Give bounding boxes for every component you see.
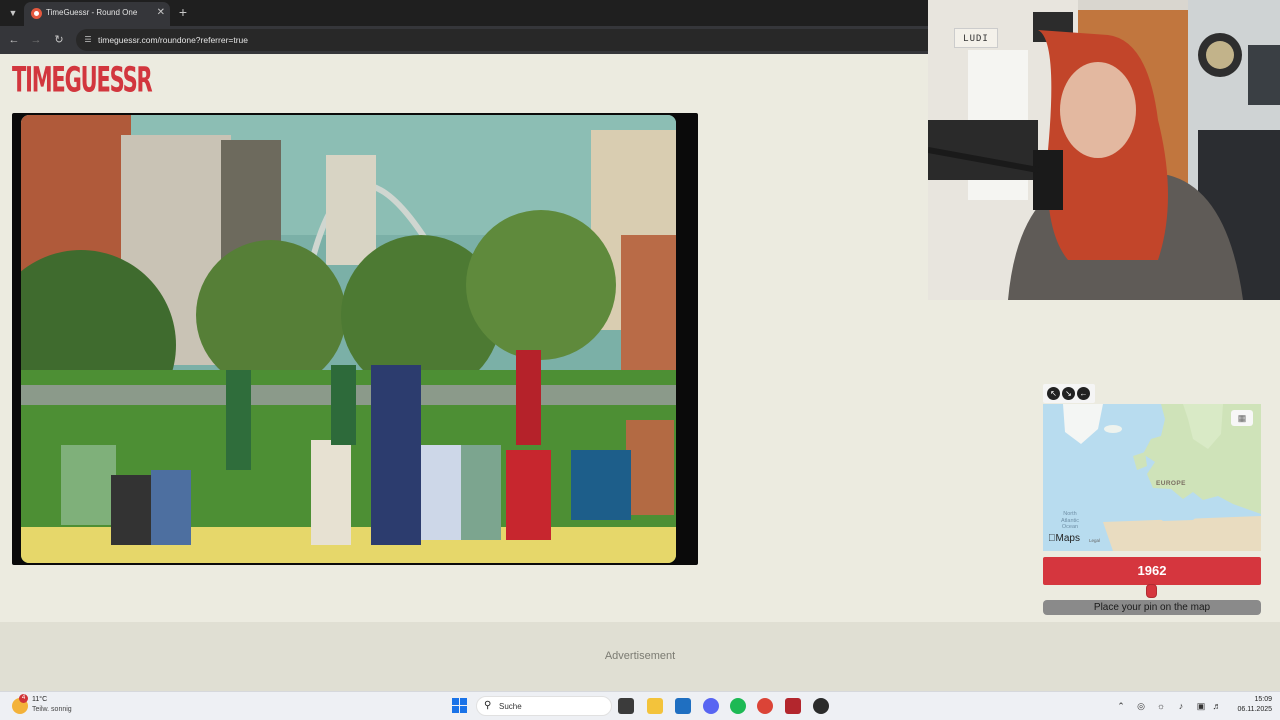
year-slider-handle[interactable]	[1146, 584, 1157, 598]
advertisement-area: Advertisement	[0, 622, 1280, 691]
streaming-app-icon[interactable]	[785, 698, 801, 714]
spotify-icon[interactable]	[730, 698, 746, 714]
weather-temperature[interactable]: 11°C	[32, 696, 47, 703]
site-info-icon[interactable]: ☰	[82, 34, 94, 46]
tab-close-icon[interactable]: ✕	[157, 6, 165, 20]
new-tab-button[interactable]: +	[176, 4, 190, 20]
year-display: 1962	[1043, 557, 1261, 585]
microphone-tray-icon[interactable]: ♪	[1175, 700, 1187, 712]
world-map[interactable]: ▦ EUROPE North Atlantic Ocean Maps Lega…	[1043, 404, 1261, 551]
display-tray-icon[interactable]: ▣	[1195, 700, 1207, 712]
chrome-icon[interactable]	[757, 698, 773, 714]
url-text[interactable]: timeguessr.com/roundone?referrer=true	[98, 35, 248, 45]
back-arrow-icon[interactable]: ←	[6, 32, 22, 48]
map-label-ocean: North Atlantic Ocean	[1060, 511, 1080, 530]
weather-description[interactable]: Teilw. sonnig	[32, 706, 72, 713]
discord-icon[interactable]	[703, 698, 719, 714]
taskbar-search-label: Suche	[499, 702, 522, 711]
windows-taskbar: 4 11°C Teilw. sonnig ⚲ Suche ⌃ ◎ ☼ ♪ ▣ ♬…	[0, 691, 1280, 720]
volume-tray-icon[interactable]: ♬	[1211, 700, 1223, 712]
map-label-region: EUROPE	[1156, 480, 1186, 487]
browser-nav-bar: ← → ↻ ☰ timeguessr.com/roundone?referrer…	[0, 26, 928, 54]
map-legal-link[interactable]: Legal	[1089, 538, 1100, 543]
reload-icon[interactable]: ↻	[51, 32, 67, 48]
expand-map-icon[interactable]: ↖	[1047, 387, 1060, 400]
windows-start-icon[interactable]	[452, 698, 467, 713]
map-type-icon[interactable]: ▦	[1231, 410, 1253, 426]
game-photo	[21, 115, 676, 563]
weather-notification-badge: 4	[19, 694, 28, 703]
advertisement-label: Advertisement	[604, 650, 676, 662]
webcam-overlay: LUDI	[928, 0, 1280, 300]
taskbar-clock-date[interactable]: 06.11.2025	[1228, 706, 1272, 713]
place-pin-button[interactable]: Place your pin on the map	[1043, 600, 1261, 615]
task-view-icon[interactable]	[618, 698, 634, 714]
timeguessr-favicon-icon	[31, 8, 42, 19]
search-icon: ⚲	[484, 700, 492, 711]
address-bar[interactable]: ☰ timeguessr.com/roundone?referrer=true	[76, 29, 928, 51]
tab-search-icon[interactable]: ▼	[5, 5, 21, 21]
tray-overflow-chevron-icon[interactable]: ⌃	[1115, 700, 1127, 712]
map-size-controls: ↖ ↘ ←	[1043, 384, 1095, 403]
file-explorer-icon[interactable]	[647, 698, 663, 714]
photo-frame	[12, 113, 698, 565]
browser-tab[interactable]: TimeGuessr - Round One ✕	[24, 2, 170, 26]
microsoft-store-icon[interactable]	[675, 698, 691, 714]
apple-maps-brand: Maps	[1048, 533, 1080, 544]
forward-arrow-icon[interactable]: →	[28, 32, 44, 48]
shrink-map-icon[interactable]: ↘	[1062, 387, 1075, 400]
taskbar-clock-time[interactable]: 15:09	[1228, 696, 1272, 703]
network-tray-icon[interactable]: ◎	[1135, 700, 1147, 712]
pin-map-icon[interactable]: ←	[1077, 387, 1090, 400]
tab-title: TimeGuessr - Round One	[46, 8, 138, 17]
taskbar-search-box[interactable]: ⚲ Suche	[476, 696, 612, 716]
obs-icon[interactable]	[813, 698, 829, 714]
vpn-tray-icon[interactable]: ☼	[1155, 700, 1167, 712]
webcam-lightbox-sign: LUDI	[954, 28, 998, 48]
